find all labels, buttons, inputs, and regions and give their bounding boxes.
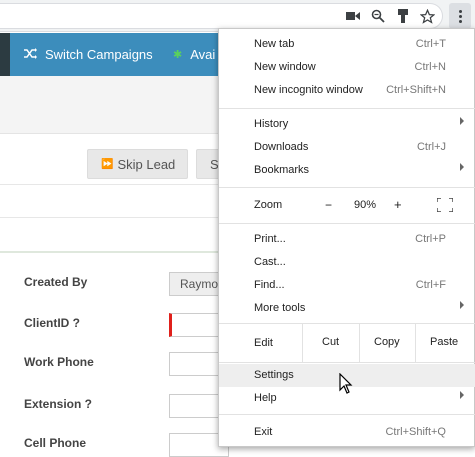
new-tab-shortcut: Ctrl+T [415,38,446,50]
new-incognito-shortcut: Ctrl+Shift+N [386,84,446,96]
submenu-arrow-icon [460,163,464,171]
fast-forward-icon: ⏩ [101,158,114,170]
print-label: Print... [254,233,286,245]
copy-button[interactable]: Copy [374,336,400,348]
menu-item-exit[interactable]: Exit Ctrl+Shift+Q [219,421,475,444]
cell-phone-label: Cell Phone [24,436,87,450]
menu-item-new-incognito[interactable]: New incognito window Ctrl+Shift+N [219,79,475,102]
menu-item-find[interactable]: Find... Ctrl+F [219,274,475,297]
more-tools-label: More tools [254,302,306,314]
menu-item-edit: Edit Cut Copy Paste [219,330,475,356]
new-tab-label: New tab [254,38,295,50]
exit-label: Exit [254,426,273,438]
menu-item-history[interactable]: History [219,113,475,136]
paste-button[interactable]: Paste [430,336,458,348]
skip-lead-button[interactable]: ⏩ Skip Lead [87,149,188,179]
menu-dots-icon[interactable] [449,3,471,29]
settings-label: Settings [254,369,294,381]
fullscreen-icon[interactable] [436,197,454,215]
menu-item-downloads[interactable]: Downloads Ctrl+J [219,136,475,159]
find-shortcut: Ctrl+F [415,279,446,291]
menu-cell-divider [359,324,360,362]
menu-item-zoom: Zoom − 90% + [219,194,475,218]
submenu-arrow-icon [460,391,464,399]
camera-icon[interactable] [344,7,362,25]
menu-item-bookmarks[interactable]: Bookmarks [219,159,475,182]
cast-label: Cast... [254,256,286,268]
menu-separator [219,414,475,415]
menu-item-print[interactable]: Print... Ctrl+P [219,228,475,251]
new-window-shortcut: Ctrl+N [414,61,446,73]
menu-item-new-tab[interactable]: New tab Ctrl+T [219,33,475,56]
work-phone-label: Work Phone [24,355,94,369]
exit-shortcut: Ctrl+Shift+Q [385,426,446,438]
menu-separator [219,187,475,188]
created-by-label: Created By [24,275,88,289]
downloads-label: Downloads [254,141,309,153]
cut-button[interactable]: Cut [322,336,339,348]
print-shortcut: Ctrl+P [415,233,446,245]
downloads-shortcut: Ctrl+J [416,141,446,153]
clientid-label: ClientID ? [24,316,80,330]
menu-item-more-tools[interactable]: More tools [219,297,475,320]
edit-label: Edit [254,337,273,349]
switch-campaigns-button[interactable]: Switch Campaigns [24,33,153,76]
zoom-in-button[interactable]: + [394,197,402,212]
zoom-icon[interactable] [369,7,387,25]
new-window-label: New window [254,61,316,73]
menu-separator [219,223,475,224]
menu-item-cast[interactable]: Cast... [219,251,475,274]
zoom-label: Zoom [254,199,283,211]
gear-icon: ✱ [173,49,183,61]
availability-button[interactable]: ✱ Avai [173,33,215,76]
created-by-value: Raymo [180,277,219,291]
sidebar-edge [0,33,10,76]
extension-icon[interactable] [394,7,412,25]
bookmarks-label: Bookmarks [254,164,310,176]
shuffle-icon [24,47,37,62]
menu-separator [219,108,475,109]
extension-label: Extension ? [24,397,93,411]
find-label: Find... [254,279,285,291]
switch-campaigns-label: Switch Campaigns [45,47,153,62]
zoom-value: 90% [354,199,377,211]
submenu-arrow-icon [460,117,464,125]
availability-label: Avai [190,47,216,62]
mouse-cursor-icon [339,372,353,400]
star-icon[interactable] [418,7,436,25]
menu-cell-divider [415,324,416,362]
menu-separator [219,323,475,324]
submenu-arrow-icon [460,301,464,309]
skip-lead-label: Skip Lead [117,156,176,172]
history-label: History [254,118,289,130]
menu-cell-divider [302,324,303,362]
zoom-out-button[interactable]: − [325,198,332,212]
menu-item-new-window[interactable]: New window Ctrl+N [219,56,475,79]
new-incognito-label: New incognito window [254,84,363,96]
help-label: Help [254,392,277,404]
menu-separator [219,362,475,363]
